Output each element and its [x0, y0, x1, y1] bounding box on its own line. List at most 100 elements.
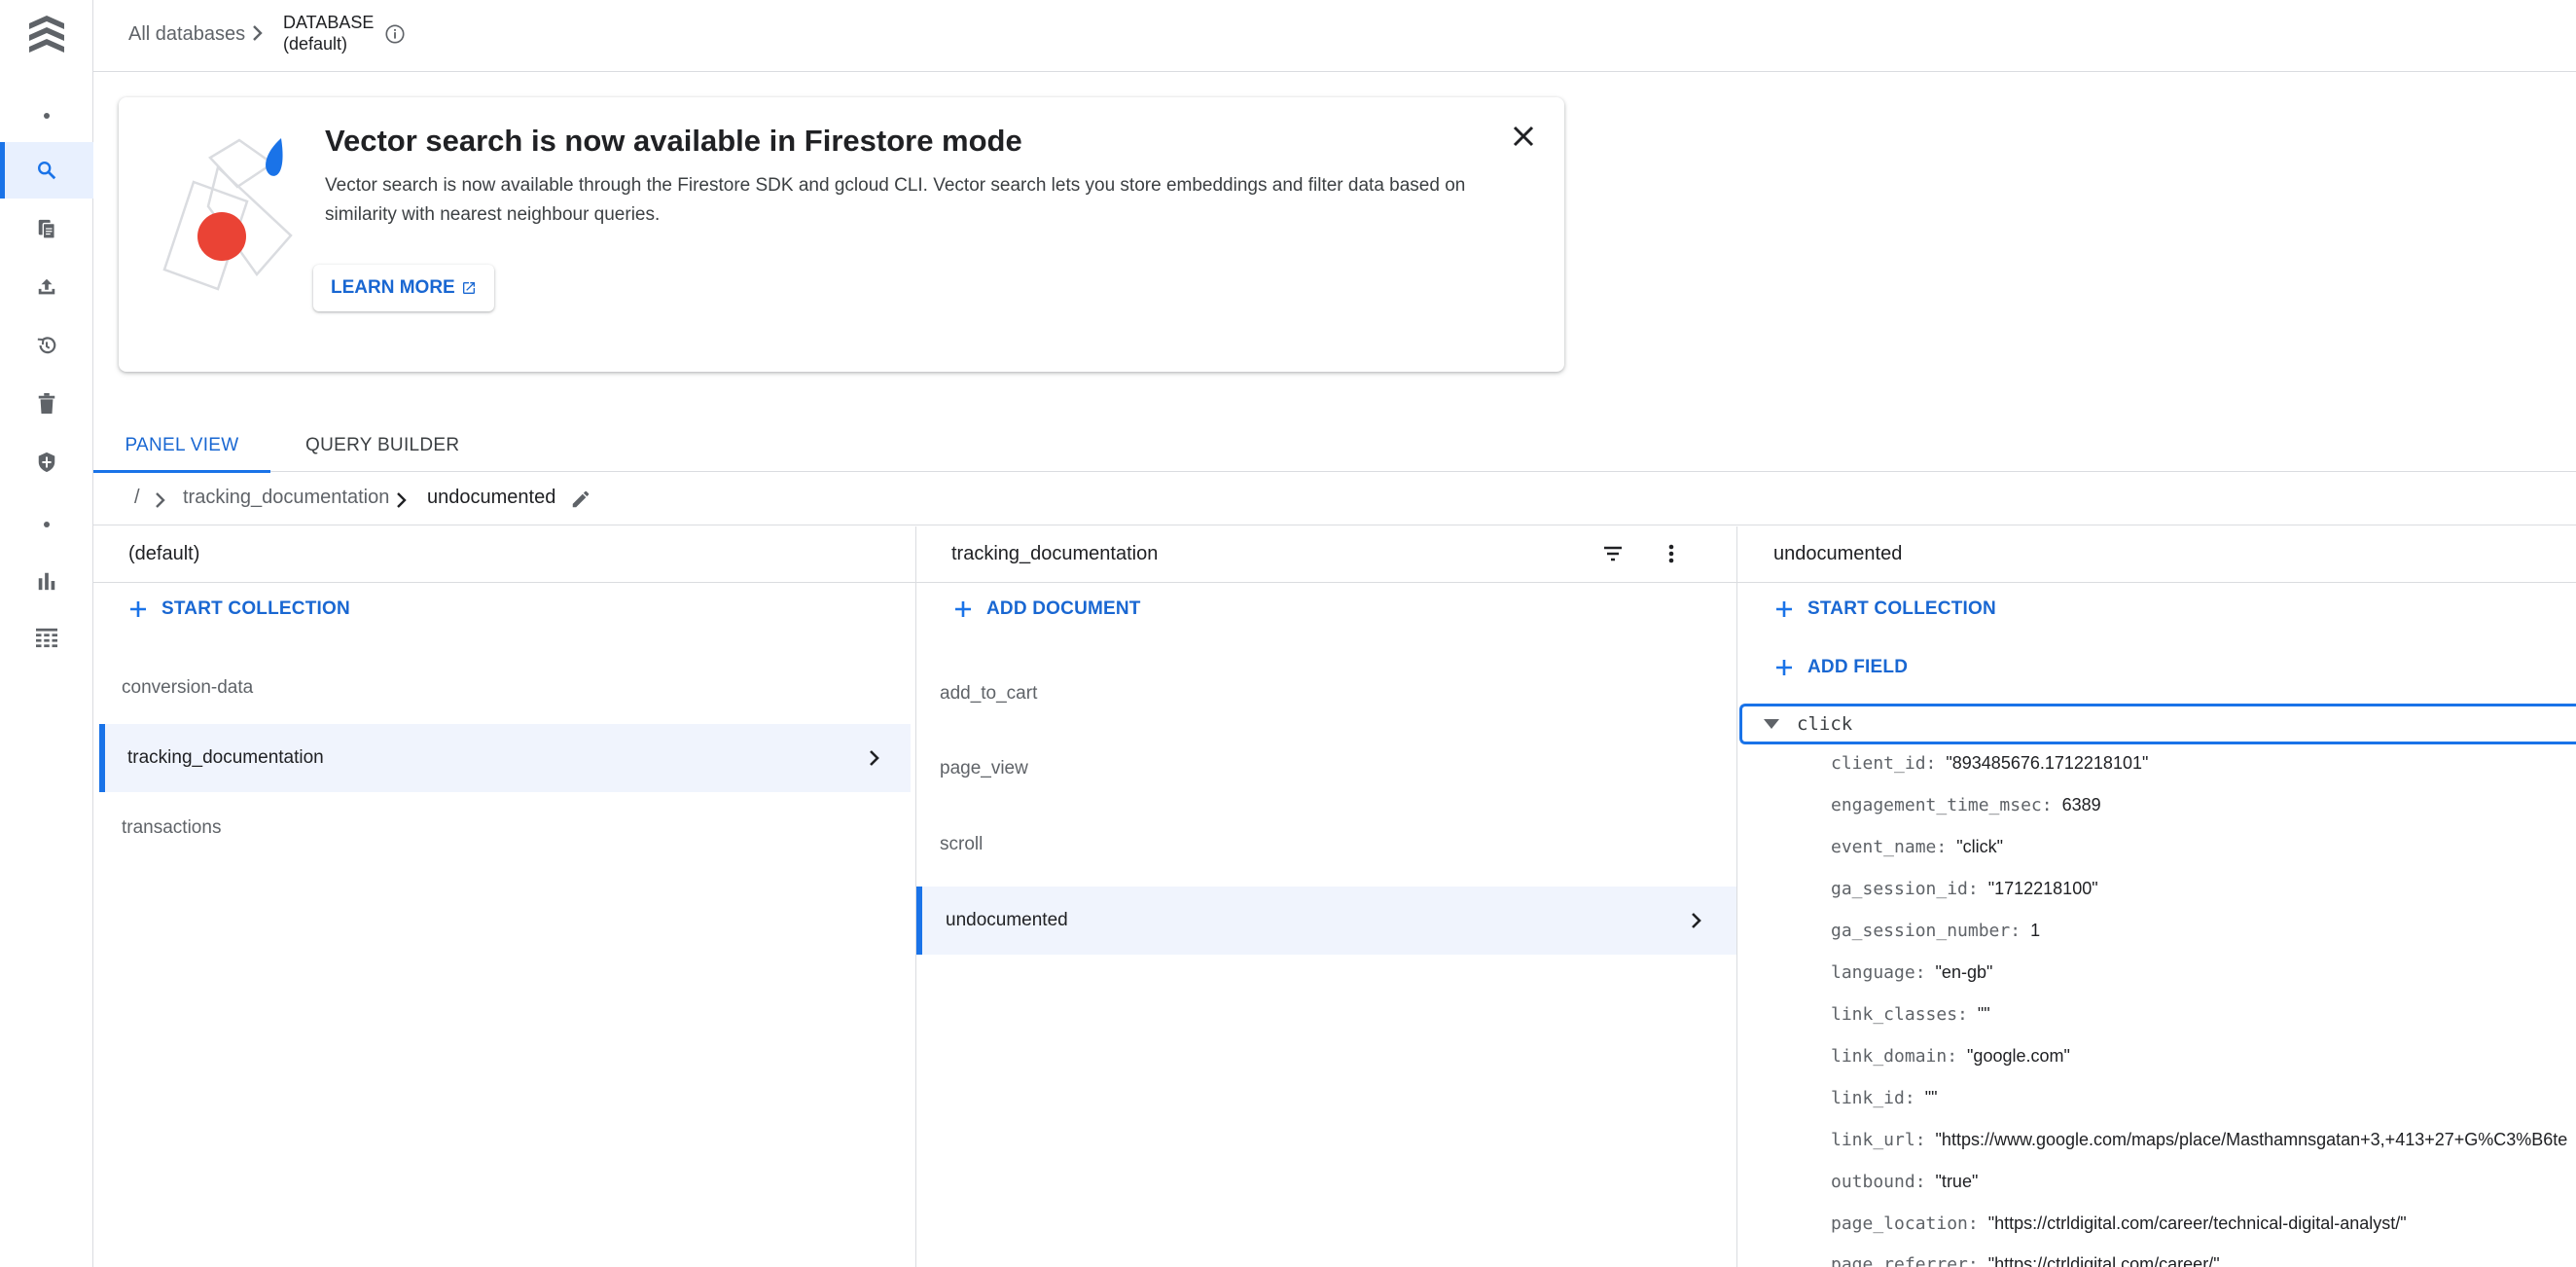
field-key: outbound:	[1831, 1171, 1926, 1192]
banner-title: Vector search is now available in Firest…	[325, 124, 1022, 158]
start-collection-button[interactable]: START COLLECTION	[128, 598, 350, 620]
field-key: event_name:	[1831, 836, 1948, 857]
field-value: ""	[1924, 1087, 1938, 1107]
all-databases-link[interactable]: All databases	[128, 23, 245, 46]
database-selector[interactable]: DATABASE (default)	[283, 12, 374, 54]
chevron-right-icon	[154, 490, 167, 515]
upload-icon	[38, 278, 55, 295]
path-root[interactable]: /	[134, 487, 140, 509]
tab-query-builder[interactable]: QUERY BUILDER	[305, 418, 459, 472]
external-link-icon	[462, 282, 475, 294]
field-row[interactable]: outbound: "true"	[1831, 1167, 1978, 1196]
field-key: page_location:	[1831, 1213, 1979, 1234]
field-row[interactable]: ga_session_id: "1712218100"	[1831, 874, 2098, 903]
field-value: "https://www.google.com/maps/place/Masth…	[1935, 1129, 2568, 1149]
field-row[interactable]: page_referrer: "https://ctrldigital.com/c…	[1831, 1249, 2220, 1267]
bar-chart-icon	[38, 572, 55, 591]
view-tabs: PANEL VIEW QUERY BUILDER	[93, 418, 2576, 473]
field-value: "true"	[1935, 1171, 1979, 1191]
dot-icon	[44, 113, 50, 119]
add-document-button[interactable]: ADD DOCUMENT	[953, 598, 1141, 620]
field-row[interactable]: language: "en-gb"	[1831, 958, 1992, 987]
collection-item-transactions[interactable]: transactions	[93, 794, 915, 862]
chevron-right-icon	[1690, 911, 1703, 936]
list-item-label: add_to_cart	[940, 683, 1038, 704]
trash-icon	[38, 393, 55, 415]
map-field-name: click	[1797, 713, 1853, 735]
add-field-button[interactable]: ADD FIELD	[1774, 657, 1908, 678]
field-value: ""	[1977, 1003, 1990, 1024]
plus-icon	[1776, 601, 1792, 617]
collection-item-conversion-data[interactable]: conversion-data	[93, 654, 915, 722]
top-header: All databases DATABASE (default)	[93, 0, 2576, 72]
rail-dot-2	[0, 496, 93, 553]
rail-item-security[interactable]	[0, 434, 93, 490]
document-panel: undocumented START COLLECTION ADD FIELD …	[1737, 526, 2576, 1267]
close-icon[interactable]	[1508, 121, 1539, 152]
field-value: "https://ctrldigital.com/career/technica…	[1987, 1213, 2407, 1233]
more-vert-icon[interactable]	[1660, 542, 1683, 570]
banner-illustration	[140, 128, 325, 304]
documents-icon	[38, 219, 55, 239]
rail-item-delete[interactable]	[0, 376, 93, 432]
document-item-scroll[interactable]: scroll	[916, 811, 1736, 879]
learn-more-label: LEARN MORE	[331, 277, 455, 298]
chevron-right-icon	[395, 490, 409, 515]
database-label: DATABASE	[283, 13, 375, 32]
collection-panel-title: tracking_documentation	[951, 543, 1159, 564]
chevron-right-icon	[251, 23, 265, 48]
info-icon[interactable]	[384, 23, 406, 50]
caret-down-icon	[1764, 719, 1779, 729]
plus-icon	[130, 601, 146, 617]
rail-item-indexes[interactable]	[0, 609, 93, 666]
banner-description: Vector search is now available through t…	[325, 175, 1466, 225]
field-key: ga_session_number:	[1831, 920, 2021, 941]
field-row[interactable]: page_location: "https://ctrldigital.com/c…	[1831, 1209, 2407, 1238]
database-name: (default)	[283, 34, 348, 54]
chevron-right-icon	[868, 748, 881, 774]
collection-item-tracking-documentation[interactable]: tracking_documentation	[99, 724, 911, 792]
map-field-click[interactable]: click	[1739, 704, 2576, 744]
rail-item-history[interactable]	[0, 317, 93, 374]
plus-icon	[1776, 660, 1792, 675]
filter-icon[interactable]	[1601, 542, 1625, 570]
firestore-logo-icon[interactable]	[25, 14, 68, 58]
plus-icon	[955, 601, 971, 617]
field-row[interactable]: link_url: "https://www.google.com/maps/pl…	[1831, 1125, 2567, 1154]
field-row[interactable]: link_classes: ""	[1831, 999, 1990, 1029]
collection-panel: tracking_documentation ADD DOCUMENT add_…	[916, 526, 1737, 1267]
rail-item-import-export[interactable]	[0, 259, 93, 315]
field-row[interactable]: ga_session_number: 1	[1831, 916, 2040, 945]
start-collection-label: START COLLECTION	[161, 598, 350, 619]
document-item-undocumented[interactable]: undocumented	[916, 887, 1736, 955]
document-panel-title: undocumented	[1773, 543, 1903, 564]
database-panel-header: (default)	[93, 526, 915, 583]
rail-item-usage[interactable]	[0, 553, 93, 609]
field-value: 6389	[2061, 794, 2101, 814]
field-value: "google.com"	[1967, 1045, 2070, 1066]
field-row[interactable]: link_id: ""	[1831, 1083, 1937, 1112]
rail-item-data[interactable]	[0, 142, 93, 199]
start-subcollection-button[interactable]: START COLLECTION	[1774, 598, 1996, 620]
tab-panel-view[interactable]: PANEL VIEW	[93, 418, 270, 473]
rail-item-documents[interactable]	[0, 200, 93, 257]
learn-more-button[interactable]: LEARN MORE	[313, 265, 494, 311]
field-row[interactable]: client_id: "893485676.1712218101"	[1831, 748, 2148, 778]
path-collection[interactable]: tracking_documentation	[183, 487, 389, 509]
history-icon	[37, 337, 56, 354]
field-key: link_url:	[1831, 1129, 1926, 1150]
field-key: language:	[1831, 961, 1926, 983]
list-item-label: page_view	[940, 758, 1028, 778]
field-row[interactable]: event_name: "click"	[1831, 832, 2003, 861]
document-item-page-view[interactable]: page_view	[916, 735, 1736, 803]
edit-path-icon[interactable]	[570, 489, 591, 515]
search-icon	[38, 162, 56, 180]
list-item-label: undocumented	[946, 910, 1068, 930]
collection-panel-header: tracking_documentation	[916, 526, 1736, 583]
field-row[interactable]: engagement_time_msec: 6389	[1831, 790, 2101, 819]
field-key: engagement_time_msec:	[1831, 794, 2053, 815]
field-row[interactable]: link_domain: "google.com"	[1831, 1041, 2070, 1070]
path-document[interactable]: undocumented	[427, 487, 555, 509]
field-value: 1	[2030, 920, 2041, 940]
document-item-add-to-cart[interactable]: add_to_cart	[916, 660, 1736, 728]
